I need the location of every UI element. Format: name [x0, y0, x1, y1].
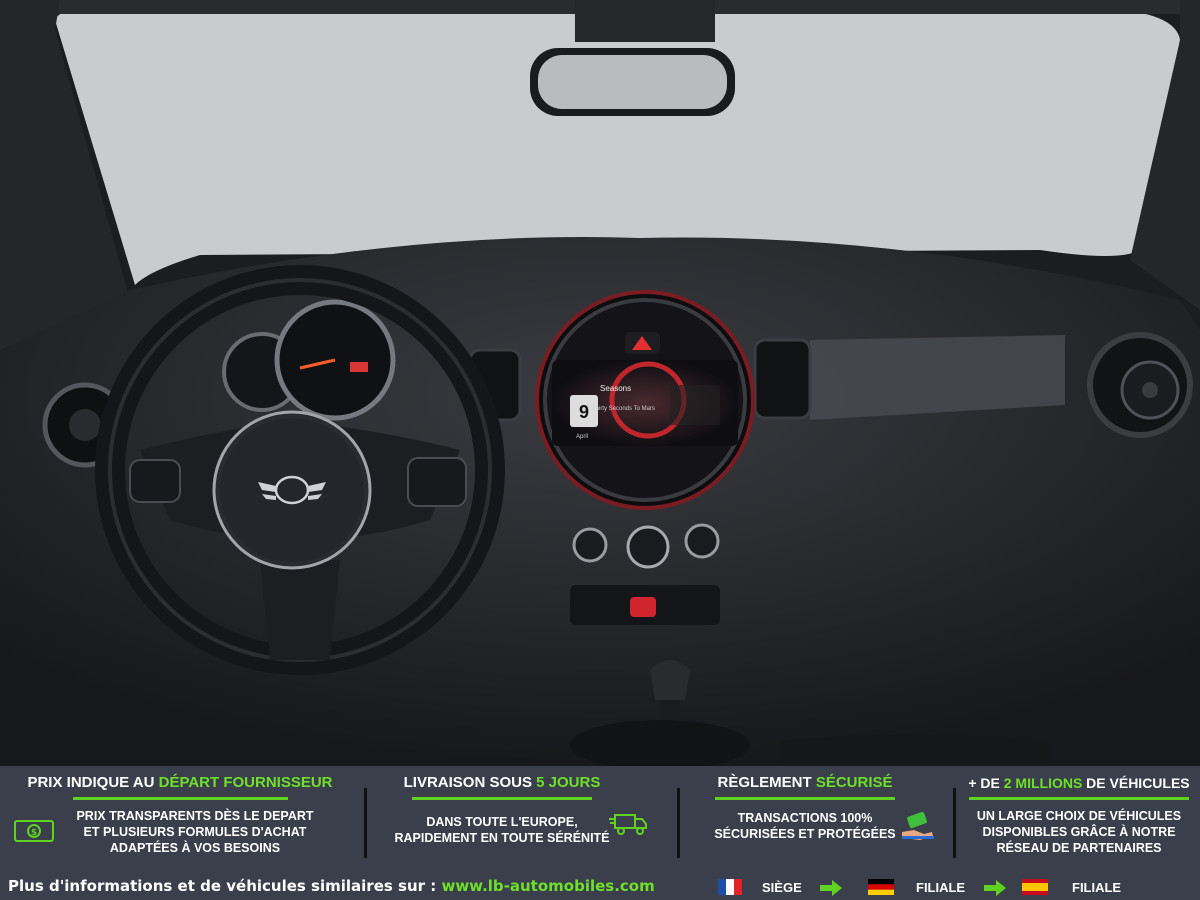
car-dashboard-illustration: 9 Seasons Thirty Seconds To Mars April: [0, 0, 1200, 766]
banner-col-price: PRIX INDIQUE AU DÉPART FOURNISSEUR PRIX …: [10, 772, 350, 862]
more-info-text: Plus d'informations et de véhicules simi…: [8, 877, 655, 895]
separator-2: [677, 788, 680, 858]
screen-track-artist: Thirty Seconds To Mars: [592, 406, 655, 412]
payment-hand-icon: [902, 812, 934, 840]
delivery-underline: [412, 797, 592, 800]
germany-flag: [868, 879, 894, 895]
payment-title: RÈGLEMENT SÉCURISÉ: [717, 774, 893, 791]
location-label-france: SIÈGE: [762, 880, 802, 895]
screen-date-number: 9: [579, 402, 589, 422]
price-text: PRIX TRANSPARENTS DÈS LE DEPART ET PLUSI…: [76, 809, 314, 855]
payment-underline: [715, 797, 895, 800]
price-underline: [72, 797, 288, 800]
payment-text: TRANSACTIONS 100% SÉCURISÉES ET PROTÉGÉE…: [714, 811, 896, 841]
website-link[interactable]: www.lb-automobiles.com: [441, 877, 654, 895]
arrow-right-icon: [984, 880, 1006, 896]
vehicles-title: + DE 2 MILLIONS DE VÉHICULES: [968, 775, 1190, 791]
separator-1: [364, 788, 367, 858]
svg-text:$: $: [31, 828, 37, 838]
dash-trim: [810, 335, 1065, 420]
money-icon: $: [14, 820, 54, 842]
dealer-banner: PRIX INDIQUE AU DÉPART FOURNISSEUR PRIX …: [0, 766, 1200, 900]
location-label-spain: FILIALE: [1072, 880, 1122, 895]
delivery-title: LIVRAISON SOUS 5 JOURS: [403, 774, 601, 791]
car-interior-photo: 9 Seasons Thirty Seconds To Mars April: [0, 0, 1200, 766]
spain-flag: [1022, 879, 1048, 895]
gear-shifter: [650, 660, 690, 700]
screen-month: April: [576, 434, 588, 440]
france-flag: [718, 879, 742, 895]
vehicles-underline: [969, 797, 1189, 800]
banner-footer: Plus d'informations et de véhicules simi…: [0, 870, 1200, 900]
banner-col-payment: RÈGLEMENT SÉCURISÉ TRANSACTIONS 100% SÉC…: [700, 772, 910, 862]
delivery-truck-icon: [609, 814, 647, 835]
start-button: [630, 597, 656, 617]
price-title: PRIX INDIQUE AU DÉPART FOURNISSEUR: [27, 774, 333, 791]
location-label-germany: FILIALE: [916, 880, 966, 895]
vehicles-text: UN LARGE CHOIX DE VÉHICULES DISPONIBLES …: [976, 809, 1182, 855]
delivery-text: DANS TOUTE L'EUROPE, RAPIDEMENT EN TOUTE…: [394, 815, 610, 845]
arrow-right-icon: [820, 880, 842, 896]
separator-3: [953, 788, 956, 858]
banner-col-vehicles: + DE 2 MILLIONS DE VÉHICULES UN LARGE CH…: [960, 772, 1198, 862]
screen-track-title: Seasons: [600, 384, 631, 393]
banner-col-delivery: LIVRAISON SOUS 5 JOURS DANS TOUTE L'EURO…: [382, 772, 622, 862]
